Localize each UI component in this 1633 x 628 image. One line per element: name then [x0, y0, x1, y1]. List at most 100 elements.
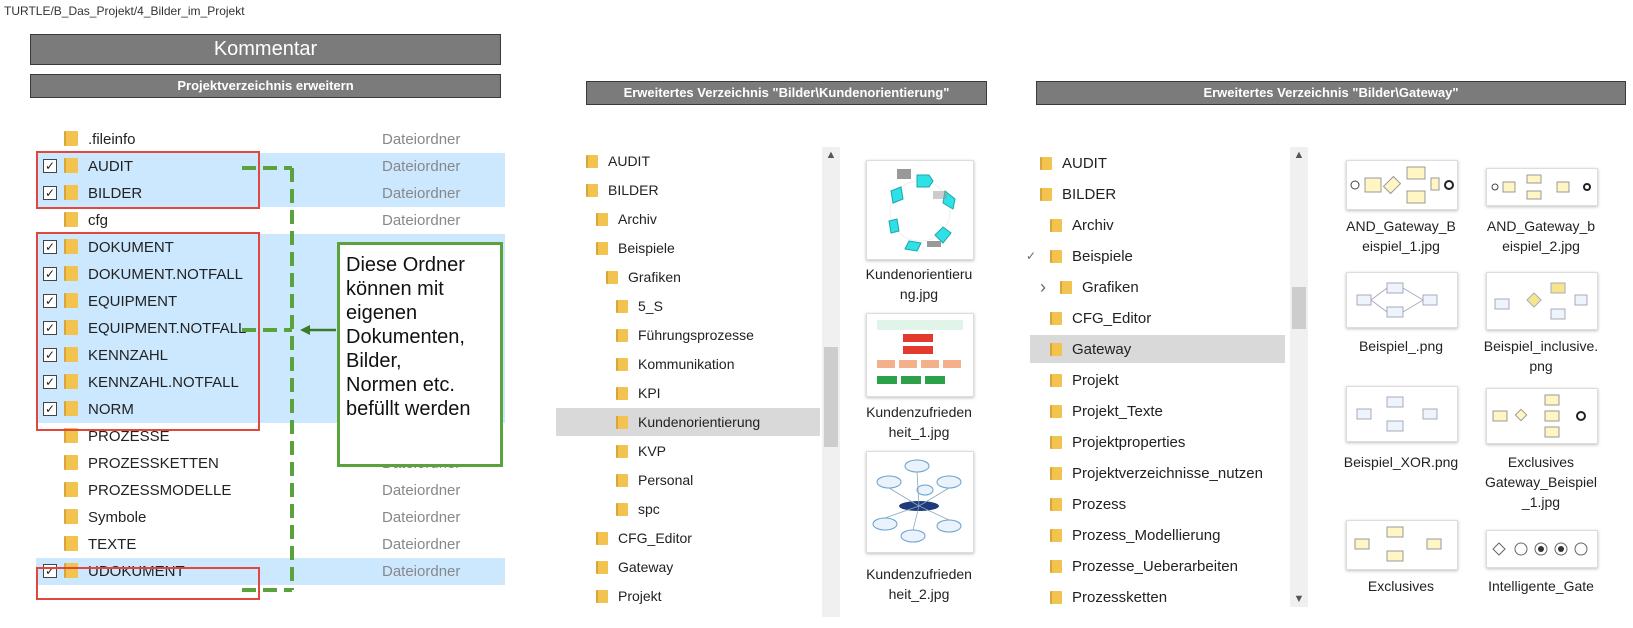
chevron-right-icon[interactable]: › [1040, 277, 1060, 298]
image-thumbnail[interactable] [1486, 530, 1598, 568]
breadcrumb: TURTLE/B_Das_Projekt/4_Bilder_im_Projekt [4, 4, 245, 18]
folder-icon [616, 386, 628, 400]
folder-icon [64, 536, 78, 551]
folder-icon [616, 299, 628, 313]
file-caption[interactable]: Beispiel_inclusive. png [1478, 336, 1604, 376]
image-thumbnail[interactable] [1346, 160, 1458, 210]
folder-icon [1050, 311, 1062, 325]
folder-icon [596, 241, 608, 255]
file-caption[interactable]: Kundenzufrieden heit_2.jpg [862, 564, 976, 604]
bpmn-symbols-thumbnail-icon [1492, 542, 1588, 556]
tree-item[interactable]: Projekt [1050, 366, 1119, 394]
bpmn-thumbnail-icon [1356, 396, 1438, 432]
file-caption[interactable]: Intelligente_Gate [1478, 576, 1604, 596]
image-thumbnail[interactable] [1346, 520, 1458, 570]
tree-item[interactable]: Projekt_Texte [1050, 397, 1163, 425]
folder-icon [596, 212, 608, 226]
tree-item[interactable]: CFG_Editor [1050, 304, 1151, 332]
scroll-up-icon[interactable]: ▲ [1290, 149, 1308, 161]
image-thumbnail[interactable] [866, 160, 974, 260]
tree-item[interactable]: ✓ Beispiele [1026, 242, 1133, 270]
file-caption[interactable]: Beispiel_.png [1338, 336, 1464, 356]
image-thumbnail[interactable] [1346, 386, 1458, 442]
image-thumbnail[interactable] [1486, 272, 1598, 330]
folder-icon [64, 509, 78, 524]
tree-item[interactable]: Kommunikation [616, 350, 735, 378]
tree-item[interactable]: Projektproperties [1050, 428, 1185, 456]
page-title: Kommentar [30, 34, 501, 65]
folder-tree-gateway: AUDIT BILDER Archiv ✓ Beispiele › Grafiken… [1020, 149, 1290, 619]
folder-icon [616, 328, 628, 342]
scrollbar-thumb[interactable] [824, 347, 838, 447]
folder-icon [1050, 435, 1062, 449]
folder-icon [64, 455, 78, 470]
file-caption[interactable]: Exclusives Gateway_Beispiel _1.jpg [1478, 452, 1604, 512]
image-thumbnail[interactable] [1486, 388, 1598, 444]
folder-icon [1050, 466, 1062, 480]
tree-item[interactable]: AUDIT [586, 147, 650, 175]
folder-icon [596, 589, 608, 603]
tree-item[interactable]: Führungsprozesse [616, 321, 754, 349]
folder-icon [596, 531, 608, 545]
tree-item[interactable]: Personal [616, 466, 693, 494]
tree-item[interactable]: BILDER [586, 176, 659, 204]
scroll-down-icon[interactable]: ▼ [1290, 593, 1308, 605]
folder-icon [1060, 280, 1072, 294]
file-caption[interactable]: Kundenzufrieden heit_1.jpg [862, 402, 976, 442]
tree-item[interactable]: Projektverzeichnisse_nutzen [1050, 459, 1263, 487]
image-thumbnail[interactable] [1486, 168, 1598, 206]
tree-item-selected[interactable]: Kundenorientierung [556, 408, 820, 436]
tree-item[interactable]: Prozess_Modellierung [1050, 521, 1220, 549]
tree-item[interactable]: Beispiele [596, 234, 675, 262]
folder-icon [616, 502, 628, 516]
folder-icon [1050, 404, 1062, 418]
folder-icon [64, 482, 78, 497]
folder-icon [1040, 187, 1052, 201]
image-thumbnail[interactable] [866, 451, 974, 553]
file-caption[interactable]: Kundenorientieru ng.jpg [862, 264, 976, 304]
scrollbar-thumb[interactable] [1292, 287, 1306, 329]
tree-item[interactable]: Prozess [1050, 490, 1126, 518]
tree-item[interactable]: AUDIT [1040, 149, 1107, 177]
file-caption[interactable]: Exclusives [1338, 576, 1464, 596]
folder-icon [616, 415, 628, 429]
tree-item[interactable]: BILDER [1040, 180, 1116, 208]
folder-icon [1050, 559, 1062, 573]
folder-icon [586, 183, 598, 197]
tree-item[interactable]: › Grafiken [1040, 273, 1139, 301]
bpmn-thumbnail-icon [1494, 282, 1588, 320]
file-caption[interactable]: Beispiel_XOR.png [1338, 452, 1464, 472]
tree-item[interactable]: Archiv [596, 205, 657, 233]
tree-scrollbar[interactable]: ▲ [822, 147, 840, 617]
left-panel-header: Projektverzeichnis erweitern [30, 74, 501, 98]
tree-item[interactable]: KVP [616, 437, 666, 465]
tree-item[interactable]: Prozesse_Ueberarbeiten [1050, 552, 1238, 580]
image-thumbnail[interactable] [1346, 272, 1458, 328]
tree-item[interactable]: spc [616, 495, 660, 523]
bpmn-thumbnail-icon [1350, 166, 1454, 204]
right-panel-header: Erweitertes Verzeichnis "Bilder\Gateway" [1036, 81, 1626, 105]
tree-item-selected[interactable]: Gateway [1030, 335, 1285, 363]
file-caption[interactable]: AND_Gateway_B eispiel_1.jpg [1338, 216, 1464, 256]
highlight-box-udokument [36, 567, 260, 600]
tree-item[interactable]: Archiv [1050, 211, 1114, 239]
folder-row[interactable]: .fileinfo Dateiordner [36, 126, 505, 153]
folder-icon [616, 357, 628, 371]
tree-item[interactable]: Grafiken [606, 263, 681, 291]
scroll-up-icon[interactable]: ▲ [822, 149, 840, 161]
bpmn-thumbnail-icon [1491, 174, 1591, 200]
folder-icon [1040, 156, 1052, 170]
tree-item[interactable]: CFG_Editor [596, 524, 692, 552]
tree-scrollbar[interactable]: ▲ ▼ [1290, 147, 1308, 607]
tree-item[interactable]: KPI [616, 379, 661, 407]
tree-item[interactable]: 5_S [616, 292, 663, 320]
image-thumbnail[interactable] [866, 313, 974, 397]
file-caption[interactable]: AND_Gateway_b eispiel_2.jpg [1478, 216, 1604, 256]
tree-item[interactable]: Prozessketten [1050, 583, 1167, 611]
mindmap-thumbnail-icon [872, 459, 962, 543]
bpmn-thumbnail-icon [1354, 526, 1442, 562]
tree-item[interactable]: Gateway [596, 553, 673, 581]
folder-icon [1050, 497, 1062, 511]
expanded-check-icon[interactable]: ✓ [1026, 249, 1050, 263]
tree-item[interactable]: Projekt [596, 582, 662, 610]
